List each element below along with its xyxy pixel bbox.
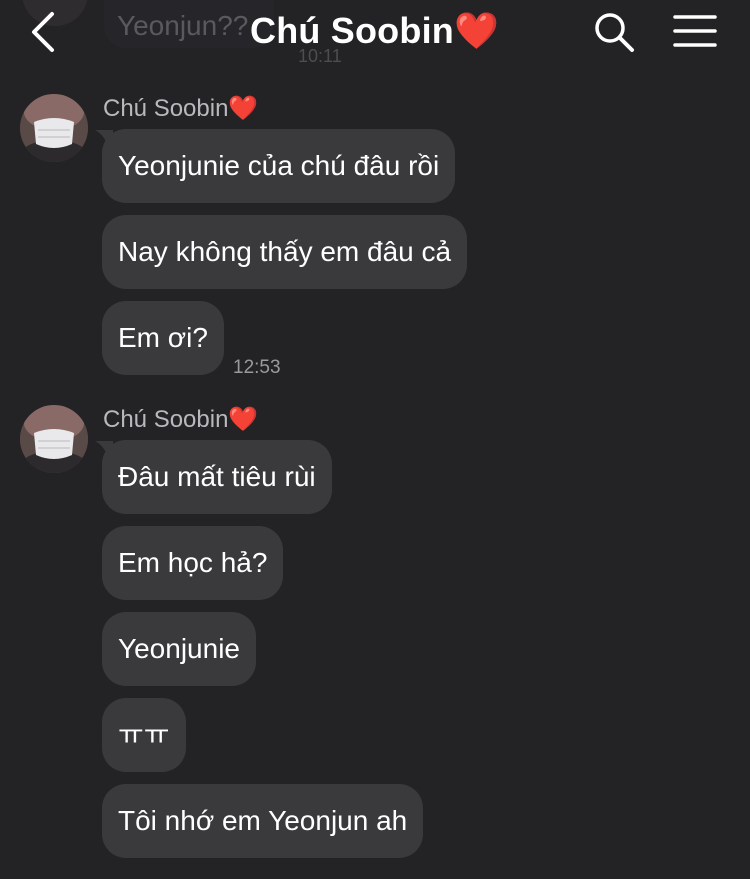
sender-name: Chú Soobin❤️ [103,95,259,122]
message-bubble[interactable]: ㅠㅠ [102,698,186,772]
avatar-photo-icon [20,94,88,162]
menu-button[interactable] [672,12,718,52]
avatar-photo-icon [20,405,88,473]
search-icon [595,13,634,52]
back-button[interactable] [26,10,66,54]
sender-avatar[interactable] [20,94,88,162]
chevron-left-icon [32,12,54,52]
message-bubble[interactable]: Tôi nhớ em Yeonjun ah [102,784,424,858]
chat-title: Chú Soobin❤️ [250,10,499,51]
chat-screen: Yeonjun?? 10:11 Chú Soobin❤️ Chú Soobin❤… [0,0,750,879]
chat-header: Yeonjun?? 10:11 Chú Soobin❤️ [0,0,750,66]
sender-name: Chú Soobin❤️ [103,406,259,433]
message-bubble[interactable]: Nay không thấy em đâu cả [102,215,468,289]
message-bubble[interactable]: Yeonjunie [102,612,256,686]
message-bubble[interactable]: Em học hả? [102,526,284,600]
message-bubble[interactable]: Đâu mất tiêu rùi [102,440,332,514]
hamburger-menu-icon [673,15,717,47]
search-button[interactable] [592,10,636,54]
message-time: 12:53 [233,357,281,378]
message-bubble[interactable]: Yeonjunie của chú đâu rồi [102,129,456,203]
sender-avatar[interactable] [20,405,88,473]
previous-message-text: Yeonjun?? [117,10,249,41]
message-bubble[interactable]: Em ơi? [102,301,224,375]
